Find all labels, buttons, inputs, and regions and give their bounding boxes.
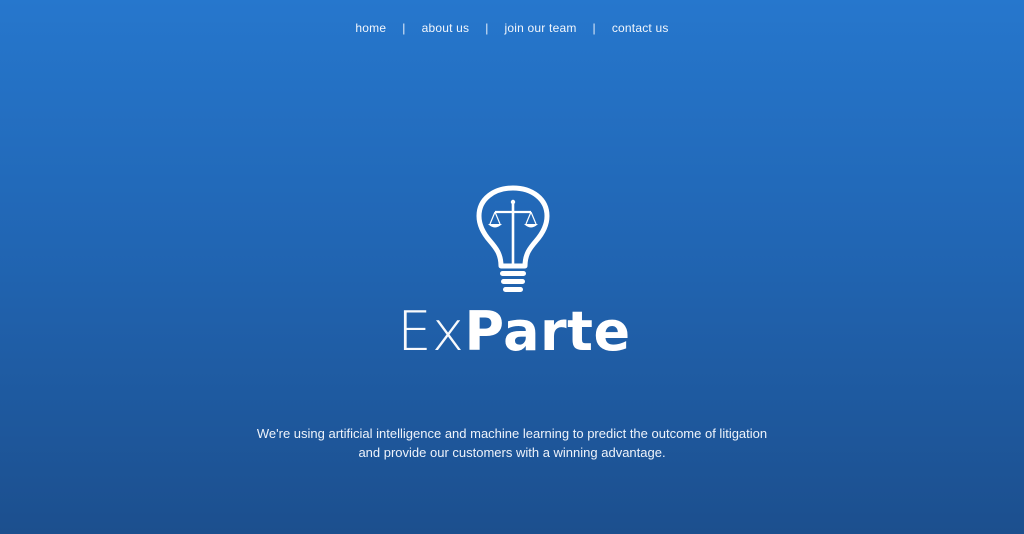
nav-separator: | [485, 21, 489, 35]
top-navigation: home | about us | join our team | contac… [0, 21, 1024, 35]
logo-text-light: Ex [397, 300, 465, 363]
tagline-line-1: We're using artificial intelligence and … [256, 426, 768, 441]
logo-text-bold: Parte [464, 300, 631, 363]
tagline-line-2: and provide our customers with a winning… [358, 445, 666, 460]
nav-join-our-team-link[interactable]: join our team [505, 21, 577, 35]
nav-home-link[interactable]: home [355, 21, 386, 35]
nav-separator: | [592, 21, 596, 35]
nav-contact-us-link[interactable]: contact us [612, 21, 669, 35]
nav-separator: | [402, 21, 406, 35]
exparte-logo-wordmark: ExParte [0, 300, 1024, 364]
lightbulb-scales-icon [474, 184, 552, 300]
nav-about-us-link[interactable]: about us [422, 21, 470, 35]
tagline: We're using artificial intelligence and … [0, 424, 1024, 462]
